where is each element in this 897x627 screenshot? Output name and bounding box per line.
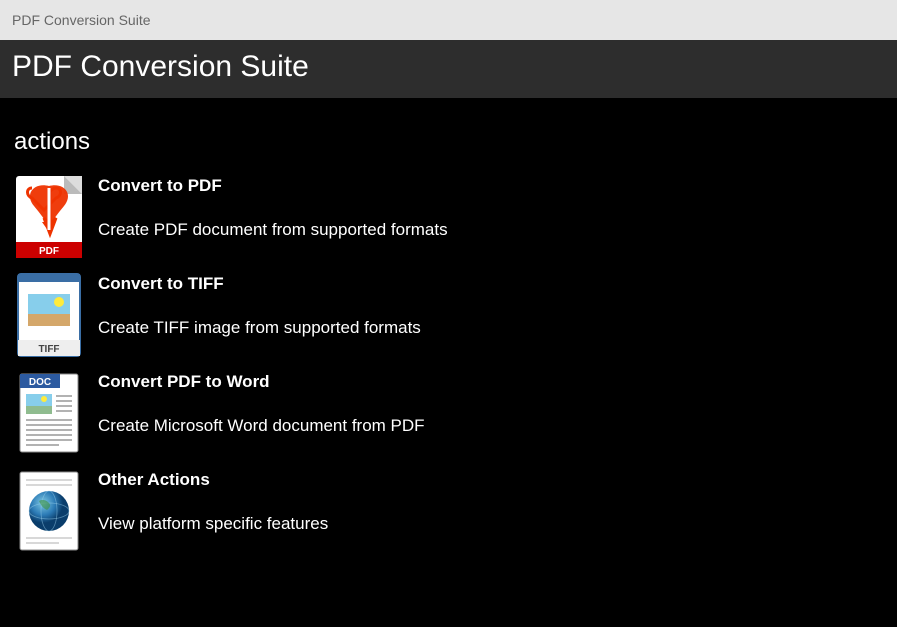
action-description: Create PDF document from supported forma… <box>98 220 448 240</box>
action-convert-to-tiff[interactable]: TIFF Convert to TIFF Create TIFF image f… <box>14 266 883 364</box>
action-description: View platform specific features <box>98 514 328 534</box>
action-title: Convert to PDF <box>98 176 448 196</box>
action-description: Create Microsoft Word document from PDF <box>98 416 425 436</box>
svg-text:PDF: PDF <box>39 246 59 257</box>
actions-list: PDF Convert to PDF Create PDF document f… <box>14 168 883 560</box>
action-text: Other Actions View platform specific fea… <box>98 468 328 534</box>
action-title: Convert to TIFF <box>98 274 421 294</box>
action-text: Convert to PDF Create PDF document from … <box>98 174 448 240</box>
action-text: Convert PDF to Word Create Microsoft Wor… <box>98 370 425 436</box>
action-title: Convert PDF to Word <box>98 372 425 392</box>
svg-text:DOC: DOC <box>29 377 51 388</box>
app-title: PDF Conversion Suite <box>12 50 885 84</box>
window-title: PDF Conversion Suite <box>12 12 151 28</box>
action-title: Other Actions <box>98 470 328 490</box>
action-description: Create TIFF image from supported formats <box>98 318 421 338</box>
app-header: PDF Conversion Suite <box>0 40 897 98</box>
doc-icon: DOC <box>14 370 84 456</box>
action-convert-to-pdf[interactable]: PDF Convert to PDF Create PDF document f… <box>14 168 883 266</box>
main-content: actions PDF Convert to PDF Create PDF <box>0 98 897 590</box>
action-convert-pdf-to-word[interactable]: DOC Convert PDF to Word <box>14 364 883 462</box>
actions-heading: actions <box>14 128 883 156</box>
action-text: Convert to TIFF Create TIFF image from s… <box>98 272 421 338</box>
pdf-icon: PDF <box>14 174 84 260</box>
tiff-icon: TIFF <box>14 272 84 358</box>
window-titlebar: PDF Conversion Suite <box>0 0 897 40</box>
globe-icon <box>14 468 84 554</box>
svg-text:TIFF: TIFF <box>38 344 59 355</box>
action-other-actions[interactable]: Other Actions View platform specific fea… <box>14 462 883 560</box>
